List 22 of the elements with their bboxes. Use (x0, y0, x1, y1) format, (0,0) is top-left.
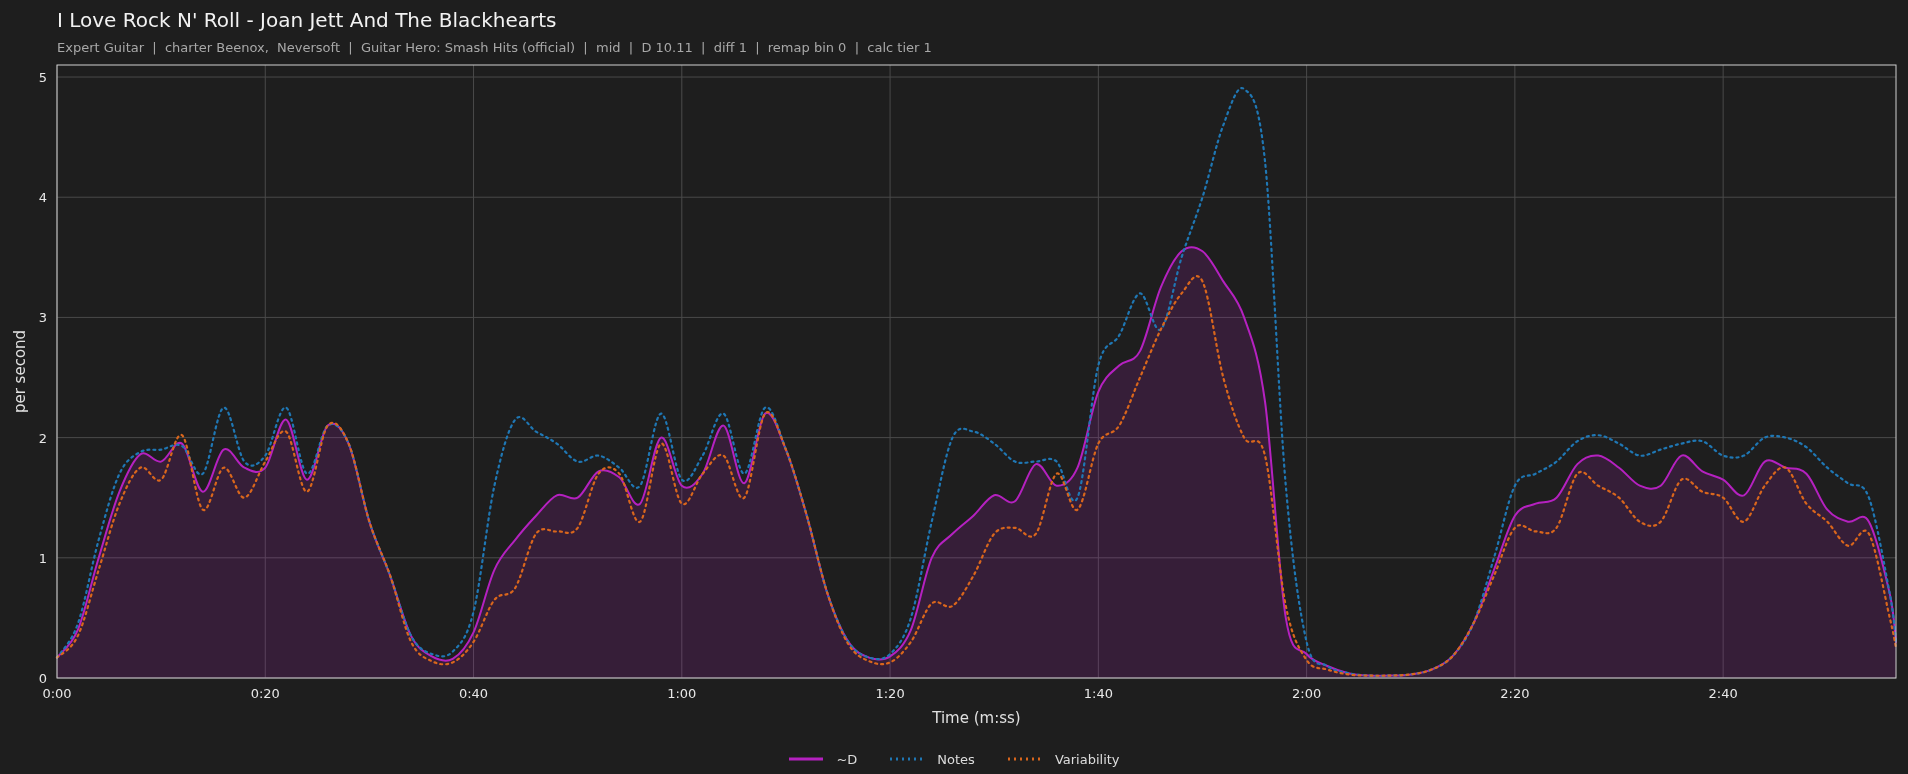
legend-label: Notes (937, 751, 975, 767)
x-axis-title: Time (m:ss) (932, 709, 1021, 728)
y-tick-label: 1 (38, 551, 47, 567)
x-tick-label: 2:40 (1708, 686, 1738, 702)
y-tick-label: 4 (38, 190, 47, 206)
x-tick-label: 0:40 (458, 686, 489, 702)
x-tick-label: 1:40 (1083, 686, 1113, 702)
y-tick-label: 5 (38, 70, 47, 86)
x-tick-label: 2:00 (1292, 686, 1322, 702)
chart-subtitle: Expert Guitar | charter Beenox, Neversoft | Guitar Hero: Smash Hits (official) | mid | D 10.11 | diff 1 | remap bin 0 | calc tier 1 (57, 40, 932, 55)
x-tick-label: 1:00 (667, 686, 697, 702)
y-tick-label: 0 (38, 671, 47, 687)
legend-label: ~D (836, 751, 858, 767)
legend-label: Variability (1054, 751, 1120, 767)
y-tick-label: 2 (38, 431, 47, 447)
chart-title: I Love Rock N' Roll - Joan Jett And The Blackhearts (57, 8, 557, 32)
x-tick-label: 0:00 (42, 686, 72, 702)
y-tick-label: 3 (38, 310, 47, 326)
y-axis-title: per second (11, 330, 29, 414)
x-tick-label: 2:20 (1500, 686, 1530, 702)
x-tick-label: 0:20 (250, 686, 280, 702)
x-tick-label: 1:20 (875, 686, 905, 702)
